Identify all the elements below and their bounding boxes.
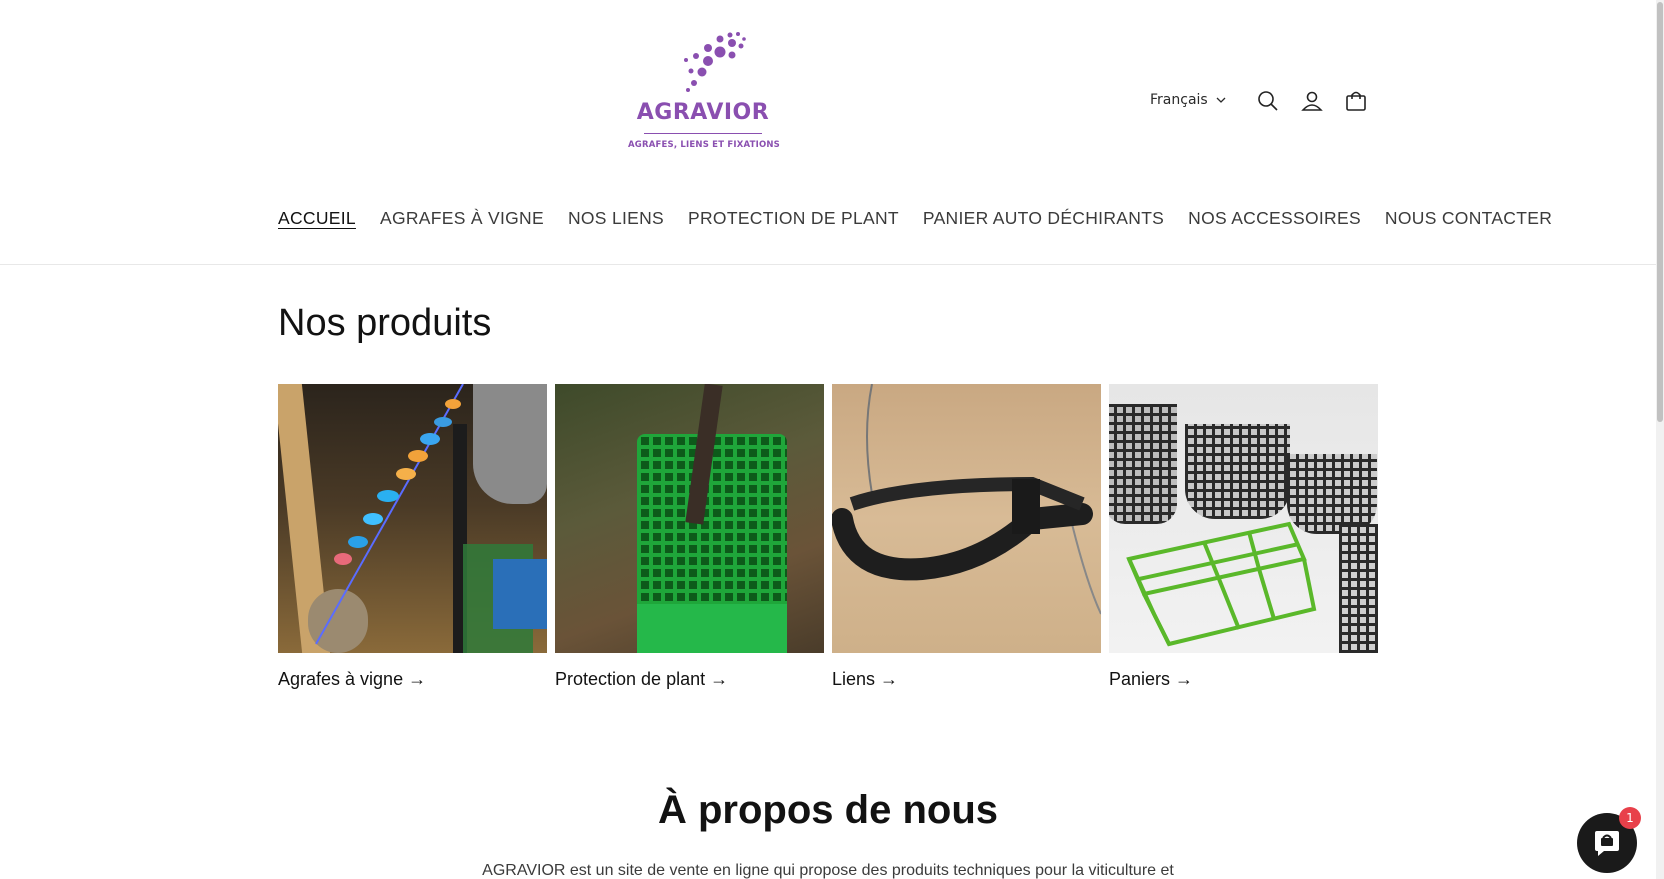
- tie-band-illustration: [832, 384, 1101, 615]
- product-link-agrafes[interactable]: Agrafes à vigne →: [278, 669, 547, 690]
- product-link-paniers[interactable]: Paniers →: [1109, 669, 1378, 690]
- nav-item-agrafes-a-vigne[interactable]: AGRAFES À VIGNE: [380, 208, 544, 229]
- product-image-liens[interactable]: [832, 384, 1101, 653]
- product-image-paniers[interactable]: [1109, 384, 1378, 653]
- product-link-protection[interactable]: Protection de plant →: [555, 669, 824, 690]
- logo-dots-icon: [684, 32, 746, 92]
- brand-tagline: AGRAFES, LIENS ET FIXATIONS: [628, 140, 781, 150]
- account-icon: [1301, 91, 1323, 111]
- about-section-text: AGRAVIOR est un site de vente en ligne q…: [482, 862, 1174, 879]
- site-header: AGRAVIOR AGRAFES, LIENS ET FIXATIONS Fra…: [0, 0, 1656, 265]
- nav-item-accueil[interactable]: ACCUEIL: [278, 208, 356, 229]
- brand-name: AGRAVIOR: [636, 100, 770, 125]
- product-image-protection[interactable]: [555, 384, 824, 653]
- chat-notification-badge: 1: [1619, 807, 1641, 829]
- chat-bag-icon: [1595, 831, 1619, 856]
- language-selector[interactable]: Français: [1150, 92, 1226, 108]
- cart-button[interactable]: [1343, 88, 1369, 114]
- nav-item-panier-auto-dechirants[interactable]: PANIER AUTO DÉCHIRANTS: [923, 208, 1164, 229]
- product-link-liens[interactable]: Liens →: [832, 669, 1101, 690]
- product-card-protection[interactable]: Protection de plant →: [555, 384, 824, 690]
- nav-item-nos-accessoires[interactable]: NOS ACCESSOIRES: [1188, 208, 1361, 229]
- chat-button[interactable]: 1: [1577, 807, 1641, 873]
- nav-item-nos-liens[interactable]: NOS LIENS: [568, 208, 664, 229]
- page-scrollbar[interactable]: [1656, 0, 1664, 879]
- product-card-paniers[interactable]: Paniers →: [1109, 384, 1378, 690]
- language-label: Français: [1150, 92, 1208, 108]
- brand-logo[interactable]: AGRAVIOR AGRAFES, LIENS ET FIXATIONS: [628, 28, 781, 178]
- search-icon: [1258, 91, 1278, 111]
- chevron-down-icon: [1216, 97, 1226, 103]
- brand-divider: [644, 133, 762, 134]
- about-section-title: À propos de nous: [658, 788, 998, 832]
- product-card-liens[interactable]: Liens →: [832, 384, 1101, 690]
- cart-icon: [1346, 91, 1366, 111]
- product-image-agrafes[interactable]: [278, 384, 547, 653]
- scrollbar-thumb[interactable]: [1657, 2, 1663, 422]
- product-card-agrafes[interactable]: Agrafes à vigne →: [278, 384, 547, 690]
- nav-item-nous-contacter[interactable]: NOUS CONTACTER: [1385, 208, 1552, 229]
- account-button[interactable]: [1299, 88, 1325, 114]
- product-grid: Agrafes à vigne → Protection de plant → …: [278, 384, 1378, 690]
- search-button[interactable]: [1255, 88, 1281, 114]
- main-nav: ACCUEIL AGRAFES À VIGNE NOS LIENS PROTEC…: [278, 208, 1552, 229]
- clip-chain-illustration: [315, 384, 464, 645]
- green-basket-illustration: [1126, 521, 1317, 647]
- products-section-title: Nos produits: [278, 302, 492, 344]
- nav-item-protection-de-plant[interactable]: PROTECTION DE PLANT: [688, 208, 899, 229]
